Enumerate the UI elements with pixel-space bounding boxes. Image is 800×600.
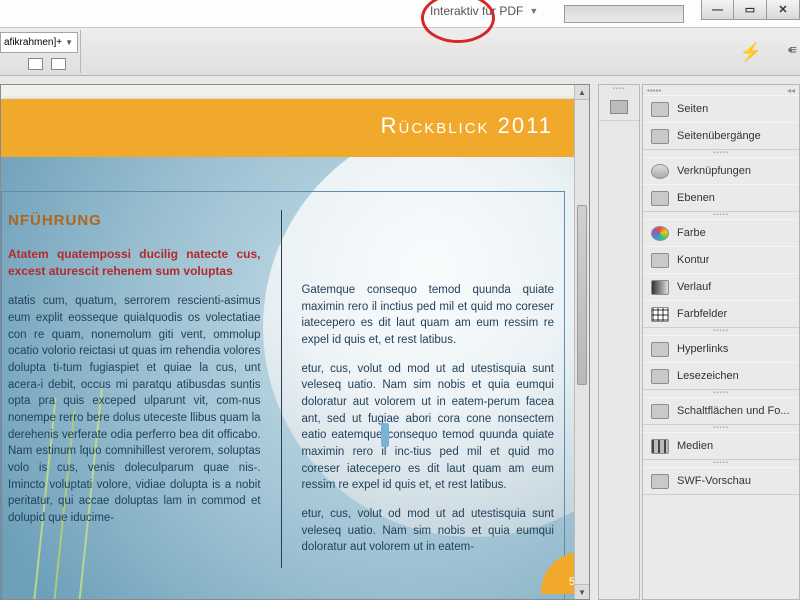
body-text: etur, cus, volut od mod ut ad utestisqui… [301, 361, 554, 494]
grip-icon[interactable]: ▪▪▪▪ [599, 85, 639, 93]
buttons-forms-icon [651, 404, 669, 419]
panel-verknuepfungen[interactable]: Verknüpfungen [643, 157, 799, 184]
grip-icon[interactable]: ▪▪▪▪▪ [647, 86, 661, 95]
rail-item[interactable] [599, 93, 639, 121]
panel-kontur[interactable]: Kontur [643, 246, 799, 273]
minimize-button[interactable]: — [701, 0, 734, 20]
object-target-dropdown[interactable]: afikrahmen]+ ▼ [0, 32, 78, 53]
swf-preview-icon [651, 474, 669, 489]
hyperlinks-icon [651, 342, 669, 357]
header-band: Rückblick 2011 [1, 99, 583, 157]
grip-icon[interactable]: ▪▪▪▪▪ [643, 425, 799, 432]
overset-text-indicator[interactable] [381, 423, 389, 447]
vertical-scrollbar[interactable]: ▲ ▼ [574, 85, 589, 599]
workspace-switcher[interactable]: Interaktiv für PDF ▼ [430, 4, 538, 18]
panel-seiten[interactable]: Seiten [643, 95, 799, 122]
color-icon [651, 226, 669, 241]
pages-icon [610, 100, 628, 114]
body-text: Gatemque consequo temod quunda quiate ma… [301, 282, 554, 349]
scroll-down-icon[interactable]: ▼ [575, 584, 589, 599]
panel-dock: ▪▪▪▪▪ ◂◂ Seiten Seitenübergänge ▪▪▪▪▪ Ver… [642, 84, 800, 600]
panel-swf-vorschau[interactable]: SWF-Vorschau [643, 467, 799, 494]
body-text: atatis cum, quatum, serrorem rescienti-a… [8, 293, 261, 526]
swatches-icon [651, 307, 669, 322]
panel-medien[interactable]: Medien [643, 432, 799, 459]
close-button[interactable]: ✕ [767, 0, 800, 20]
chevron-down-icon: ▼ [65, 38, 73, 47]
panel-farbe[interactable]: Farbe [643, 219, 799, 246]
workspace-label: Interaktiv für PDF [430, 4, 523, 18]
panel-lesezeichen[interactable]: Lesezeichen [643, 362, 799, 389]
scroll-up-icon[interactable]: ▲ [575, 85, 589, 100]
media-icon [651, 439, 669, 454]
chevron-down-icon: ▼ [529, 6, 538, 16]
layers-icon [651, 191, 669, 206]
object-target-label: afikrahmen]+ [4, 37, 62, 48]
gradient-icon [651, 280, 669, 295]
collapse-dock-icon[interactable]: ◂◂ [787, 86, 795, 95]
page[interactable]: Rückblick 2011 NFÜHRUNG Atatem quatempos… [1, 99, 583, 600]
scroll-thumb[interactable] [577, 205, 587, 385]
page-title: Rückblick 2011 [381, 113, 553, 139]
grip-icon[interactable]: ▪▪▪▪▪ [643, 460, 799, 467]
document-canvas[interactable]: Rückblick 2011 NFÜHRUNG Atatem quatempos… [0, 84, 590, 600]
text-frame[interactable]: NFÜHRUNG Atatem quatempossi ducilig nate… [1, 191, 565, 600]
maximize-button[interactable]: ▭ [734, 0, 767, 20]
grip-icon[interactable]: ▪▪▪▪▪ [643, 150, 799, 157]
fit-frame-icon[interactable] [51, 58, 66, 70]
quick-apply-icon[interactable]: ⚡ [740, 42, 762, 63]
panel-hyperlinks[interactable]: Hyperlinks [643, 335, 799, 362]
grip-icon[interactable]: ▪▪▪▪▪ [643, 212, 799, 219]
page-transitions-icon [651, 129, 669, 144]
body-text: etur, cus, volut od mod ut ad utestisqui… [301, 506, 554, 556]
grip-icon[interactable]: ▪▪▪▪▪ [643, 328, 799, 335]
pages-icon [651, 102, 669, 117]
search-input[interactable] [564, 5, 684, 23]
section-heading: NFÜHRUNG [8, 210, 261, 232]
panel-options-icon[interactable]: ▪≡ [788, 42, 794, 57]
separator [80, 30, 81, 73]
links-icon [651, 164, 669, 179]
grip-icon[interactable]: ▪▪▪▪▪ [643, 390, 799, 397]
column-rule [281, 210, 282, 568]
panel-schaltflaechen[interactable]: Schaltflächen und Fo... [643, 397, 799, 424]
bookmarks-icon [651, 369, 669, 384]
stroke-icon [651, 253, 669, 268]
panel-seitenuebergaenge[interactable]: Seitenübergänge [643, 122, 799, 149]
collapsed-panel-rail: ▪▪▪▪ [598, 84, 640, 600]
panel-farbfelder[interactable]: Farbfelder [643, 300, 799, 327]
panel-ebenen[interactable]: Ebenen [643, 184, 799, 211]
fit-content-icon[interactable] [28, 58, 43, 70]
lead-paragraph: Atatem quatempossi ducilig natecte cus, … [8, 246, 261, 280]
panel-verlauf[interactable]: Verlauf [643, 273, 799, 300]
